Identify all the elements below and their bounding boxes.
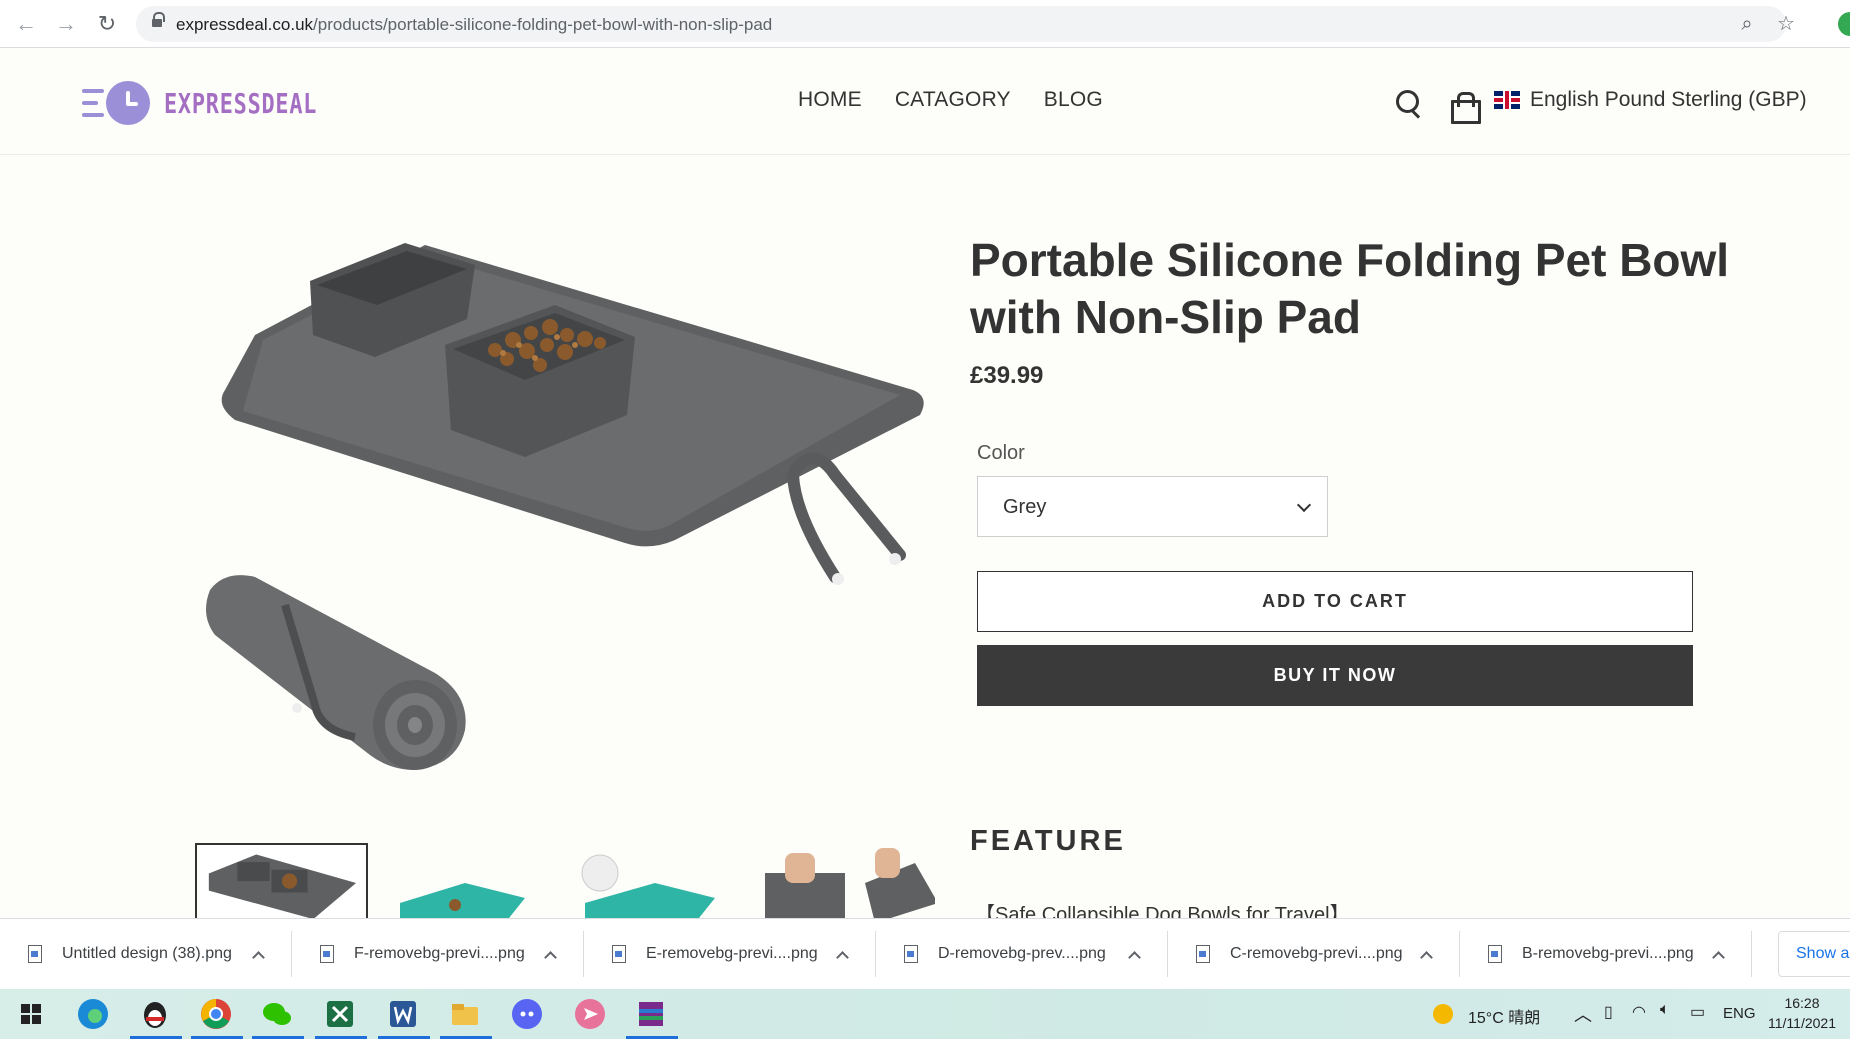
wifi-icon[interactable]: ◠ (1632, 1002, 1646, 1022)
discord-icon[interactable] (510, 997, 544, 1031)
chevron-up-icon[interactable] (252, 950, 265, 964)
bookmark-star-icon[interactable]: ☆ (1774, 12, 1798, 36)
weather-text[interactable]: 15°C 晴朗 (1468, 1004, 1540, 1028)
chevron-up-icon[interactable] (836, 950, 849, 964)
color-select-value: Grey (1003, 496, 1047, 518)
download-bar: Untitled design (38).png F-removebg-prev… (0, 918, 1850, 989)
image-file-icon (904, 945, 918, 963)
lock-icon[interactable] (152, 12, 165, 30)
clock-time: 16:28 (1784, 995, 1820, 1011)
chevron-up-icon[interactable] (1420, 950, 1433, 964)
show-all-button[interactable]: Show all (1778, 931, 1850, 977)
download-filename: B-removebg-previ....png (1522, 945, 1694, 962)
currency-selector[interactable]: English Pound Sterling (GBP) (1494, 88, 1807, 112)
thumbnail-3[interactable] (575, 843, 748, 918)
download-item[interactable]: C-removebg-previ....png (1168, 931, 1460, 977)
taskbar: 15°C 晴朗 ︿ ▯ ◠ 🔈︎ ▭ ENG 16:28 11/11/2021 (0, 989, 1850, 1039)
address-bar[interactable]: expressdeal.co.uk/products/portable-sili… (136, 6, 1795, 42)
winrar-icon[interactable] (634, 997, 668, 1031)
search-icon[interactable] (1394, 88, 1424, 118)
file-explorer-icon[interactable] (448, 997, 482, 1031)
weather-sun-icon[interactable] (1433, 1004, 1453, 1024)
download-item[interactable]: E-removebg-previ....png (584, 931, 876, 977)
image-file-icon (612, 945, 626, 963)
download-filename: F-removebg-previ....png (354, 945, 525, 962)
cart-icon[interactable] (1450, 92, 1481, 124)
clock-date: 11/11/2021 (1768, 1015, 1836, 1031)
chrome-icon[interactable] (199, 997, 233, 1031)
image-file-icon (28, 945, 42, 963)
excel-icon[interactable] (323, 997, 357, 1031)
download-item[interactable]: F-removebg-previ....png (292, 931, 584, 977)
wechat-icon[interactable] (260, 997, 294, 1031)
image-file-icon (1196, 945, 1210, 963)
image-file-icon (320, 945, 334, 963)
thumbnail-1[interactable] (195, 843, 368, 918)
power-icon[interactable]: ▭ (1690, 1002, 1705, 1022)
edge-browser-icon[interactable] (76, 997, 110, 1031)
chevron-down-icon (1296, 497, 1312, 513)
thumbnail-2[interactable] (385, 843, 558, 918)
site-logo[interactable]: EXPRESSDEAL (82, 80, 360, 126)
profile-avatar[interactable] (1838, 12, 1850, 36)
language-indicator[interactable]: ENG (1723, 1005, 1756, 1022)
nav-blog[interactable]: BLOG (1044, 88, 1103, 112)
site-header: EXPRESSDEAL HOME CATAGORY BLOG English P… (0, 48, 1850, 155)
download-filename: Untitled design (38).png (62, 945, 232, 962)
volume-icon[interactable]: 🔈︎ (1660, 1001, 1670, 1019)
download-item[interactable]: Untitled design (38).png (0, 931, 292, 977)
product-title: Portable Silicone Folding Pet Bowl with … (970, 234, 1730, 343)
battery-icon[interactable]: ▯ (1604, 1002, 1613, 1022)
download-filename: C-removebg-previ....png (1230, 945, 1403, 962)
download-item[interactable]: D-removebg-prev....png (876, 931, 1168, 977)
zoom-icon[interactable]: ⌕ (1735, 12, 1759, 36)
word-icon[interactable] (386, 997, 420, 1031)
clock-icon (106, 81, 150, 125)
nav-home[interactable]: HOME (798, 88, 862, 112)
chevron-up-icon[interactable] (1712, 950, 1725, 964)
reload-icon[interactable]: ↻ (93, 10, 121, 38)
qq-penguin-icon[interactable] (138, 997, 172, 1031)
thumbnail-strip (195, 843, 935, 918)
chevron-up-icon[interactable] (544, 950, 557, 964)
color-select[interactable]: Grey (977, 476, 1328, 537)
chevron-up-icon[interactable] (1128, 950, 1141, 964)
product-price: £39.99 (970, 362, 1044, 389)
image-file-icon (1488, 945, 1502, 963)
buy-now-button[interactable]: BUY IT NOW (977, 645, 1693, 706)
browser-toolbar: ← → ↻ expressdeal.co.uk/products/portabl… (0, 0, 1850, 48)
tray-chevron-up-icon[interactable]: ︿ (1574, 1001, 1592, 1027)
product-main-image[interactable] (195, 225, 935, 825)
clock[interactable]: 16:28 11/11/2021 (1768, 993, 1836, 1033)
uk-flag-icon (1494, 91, 1520, 109)
download-item[interactable]: B-removebg-previ....png (1460, 931, 1752, 977)
download-filename: D-removebg-prev....png (938, 945, 1106, 962)
logo-text: EXPRESSDEAL (164, 86, 318, 120)
add-to-cart-button[interactable]: ADD TO CART (977, 571, 1693, 632)
download-filename: E-removebg-previ....png (646, 945, 818, 962)
feature-heading: FEATURE (970, 825, 1126, 857)
main-nav: HOME CATAGORY BLOG (798, 88, 1103, 112)
url-text[interactable]: expressdeal.co.uk/products/portable-sili… (176, 15, 772, 35)
app-arrow-icon[interactable] (573, 997, 607, 1031)
forward-arrow-icon[interactable]: → (52, 10, 80, 38)
nav-catagory[interactable]: CATAGORY (895, 88, 1011, 112)
back-arrow-icon[interactable]: ← (12, 10, 40, 38)
color-label: Color (977, 442, 1025, 464)
windows-start-icon[interactable] (14, 997, 48, 1031)
currency-label: English Pound Sterling (GBP) (1530, 88, 1807, 111)
thumbnail-4[interactable] (765, 843, 935, 918)
